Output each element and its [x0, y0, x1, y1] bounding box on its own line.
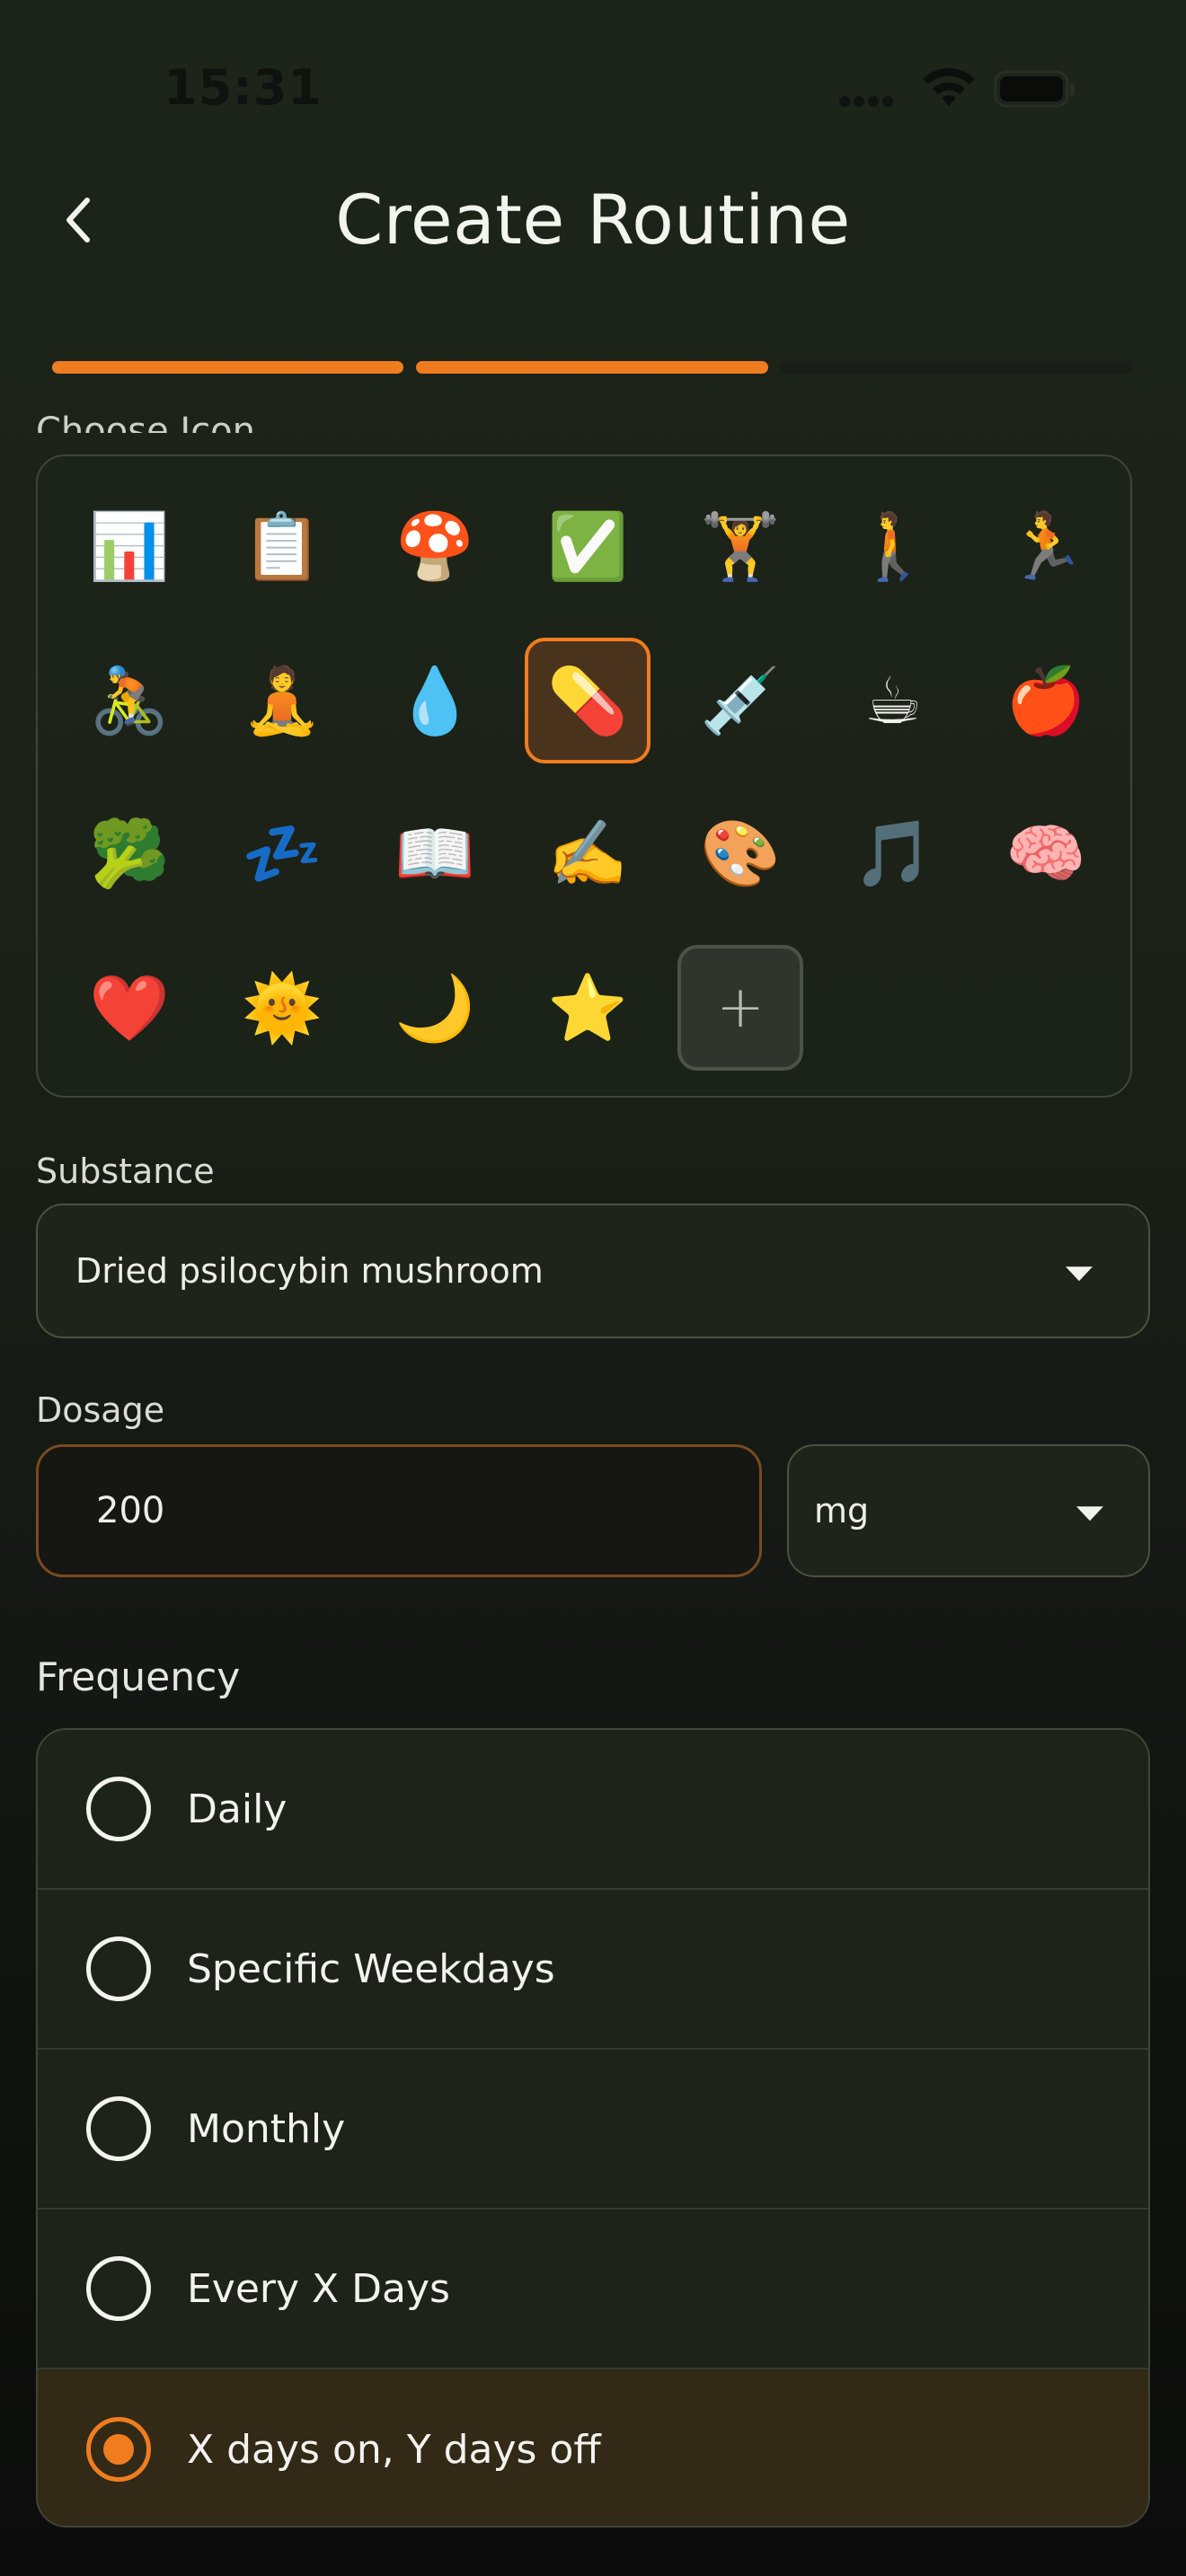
frequency-option-x-days-on-y-days-off[interactable]: X days on, Y days off	[38, 2369, 1148, 2526]
frequency-option-specific-weekdays[interactable]: Specific Weekdays	[38, 1890, 1148, 2050]
frequency-option-label: Every X Days	[187, 2265, 450, 2312]
meditation-icon-option[interactable]: 🧘	[219, 638, 345, 763]
apple-icon: 🍎	[1005, 662, 1086, 738]
weightlifter-icon-option[interactable]: 🏋️	[677, 483, 803, 609]
coffee-icon-option[interactable]: ☕	[830, 638, 956, 763]
star-icon-option[interactable]: ⭐	[525, 945, 651, 1071]
progress-segment	[52, 361, 404, 374]
plus-icon: +	[716, 975, 765, 1041]
palette-icon: 🎨	[700, 815, 781, 891]
broccoli-icon-option[interactable]: 🥦	[66, 790, 192, 916]
writing-hand-icon: ✍️	[547, 815, 628, 891]
chevron-down-icon	[1066, 1266, 1093, 1282]
clipboard-icon-option[interactable]: 📋	[219, 483, 345, 609]
frequency-option-label: Monthly	[187, 2105, 346, 2152]
meditation-icon: 🧘	[242, 662, 323, 738]
dosage-input[interactable]: 200	[36, 1444, 762, 1577]
step-progress-bar	[52, 361, 1132, 374]
coffee-icon: ☕	[863, 663, 923, 738]
broccoli-icon: 🥦	[89, 815, 170, 891]
substance-value: Dried psilocybin mushroom	[75, 1251, 544, 1291]
brain-icon: 🧠	[1005, 815, 1086, 891]
dosage-label: Dosage	[36, 1390, 165, 1430]
mushroom-icon-option[interactable]: 🍄	[372, 483, 498, 609]
syringe-icon: 💉	[700, 662, 781, 738]
substance-label: Substance	[36, 1151, 215, 1191]
radio-button[interactable]	[86, 1936, 151, 2001]
add-icon-button[interactable]: +	[677, 945, 803, 1071]
frequency-option-label: Specific Weekdays	[187, 1945, 555, 1992]
sleep-icon-option[interactable]: 💤	[219, 790, 345, 916]
cycling-icon: 🚴	[89, 662, 170, 738]
substance-select[interactable]: Dried psilocybin mushroom	[36, 1204, 1150, 1338]
sun-icon-option[interactable]: 🌞	[219, 945, 345, 1071]
page-title: Create Routine	[335, 180, 851, 260]
cycling-icon-option[interactable]: 🚴	[66, 638, 192, 763]
sun-icon: 🌞	[242, 969, 323, 1045]
star-icon: ⭐	[547, 969, 628, 1045]
check-mark-icon-option[interactable]: ✅	[525, 483, 651, 609]
frequency-option-label: X days on, Y days off	[187, 2426, 601, 2473]
radio-button[interactable]	[86, 1777, 151, 1841]
choose-icon-label: Choose Icon	[36, 410, 256, 433]
weightlifter-icon: 🏋️	[700, 507, 781, 584]
mushroom-icon: 🍄	[394, 507, 475, 584]
pill-icon: 💊	[547, 662, 628, 738]
frequency-options: Daily Specific Weekdays Monthly Every X Day…	[36, 1728, 1150, 2527]
droplet-icon-option[interactable]: 💧	[372, 638, 498, 763]
check-mark-icon: ✅	[547, 507, 628, 584]
chevron-down-icon	[1076, 1506, 1103, 1522]
status-bar: 15:31	[0, 0, 1186, 171]
frequency-label: Frequency	[36, 1654, 241, 1700]
writing-hand-icon-option[interactable]: ✍️	[525, 790, 651, 916]
heart-icon: ❤️	[89, 969, 170, 1045]
frequency-option-daily[interactable]: Daily	[38, 1730, 1148, 1890]
bar-chart-icon-option[interactable]: 📊	[66, 483, 192, 609]
frequency-option-monthly[interactable]: Monthly	[38, 2050, 1148, 2210]
cellular-signal-icon	[839, 93, 902, 107]
book-icon-option[interactable]: 📖	[372, 790, 498, 916]
running-icon: 🏃	[1005, 507, 1086, 584]
heart-icon-option[interactable]: ❤️	[66, 945, 192, 1071]
unit-select[interactable]: mg	[787, 1444, 1150, 1577]
walking-icon-option[interactable]: 🚶	[830, 483, 956, 609]
frequency-option-label: Daily	[187, 1786, 288, 1832]
brain-icon-option[interactable]: 🧠	[983, 790, 1109, 916]
status-time: 15:31	[164, 59, 323, 116]
frequency-option-every-x-days[interactable]: Every X Days	[38, 2210, 1148, 2369]
progress-segment	[416, 361, 768, 374]
syringe-icon-option[interactable]: 💉	[677, 638, 803, 763]
progress-segment	[780, 361, 1132, 374]
music-note-icon-option[interactable]: 🎵	[830, 790, 956, 916]
radio-button[interactable]	[86, 2256, 151, 2321]
droplet-icon: 💧	[394, 662, 475, 738]
book-icon: 📖	[394, 815, 475, 891]
running-icon-option[interactable]: 🏃	[983, 483, 1109, 609]
icon-picker-grid: 📊 📋 🍄 ✅ 🏋️ 🚶 🏃 🚴 🧘 💧 💊 💉 ☕ 🍎 🥦 💤 📖 ✍️ 🎨 🎵 🧠 ❤️ 🌞 🌙 ⭐ +	[36, 454, 1132, 1098]
moon-icon: 🌙	[394, 969, 475, 1045]
sleep-icon: 💤	[242, 815, 323, 891]
palette-icon-option[interactable]: 🎨	[677, 790, 803, 916]
radio-button[interactable]	[86, 2417, 151, 2482]
pill-icon-option[interactable]: 💊	[525, 638, 651, 763]
radio-button[interactable]	[86, 2096, 151, 2161]
wifi-icon	[923, 67, 975, 106]
clipboard-icon: 📋	[242, 507, 323, 584]
bar-chart-icon: 📊	[89, 507, 170, 584]
battery-icon	[994, 70, 1075, 108]
header: Create Routine	[0, 162, 1186, 278]
music-note-icon: 🎵	[853, 815, 934, 891]
unit-value: mg	[814, 1491, 870, 1531]
dosage-value: 200	[96, 1490, 165, 1531]
apple-icon-option[interactable]: 🍎	[983, 638, 1109, 763]
moon-icon-option[interactable]: 🌙	[372, 945, 498, 1071]
walking-icon: 🚶	[853, 507, 934, 584]
